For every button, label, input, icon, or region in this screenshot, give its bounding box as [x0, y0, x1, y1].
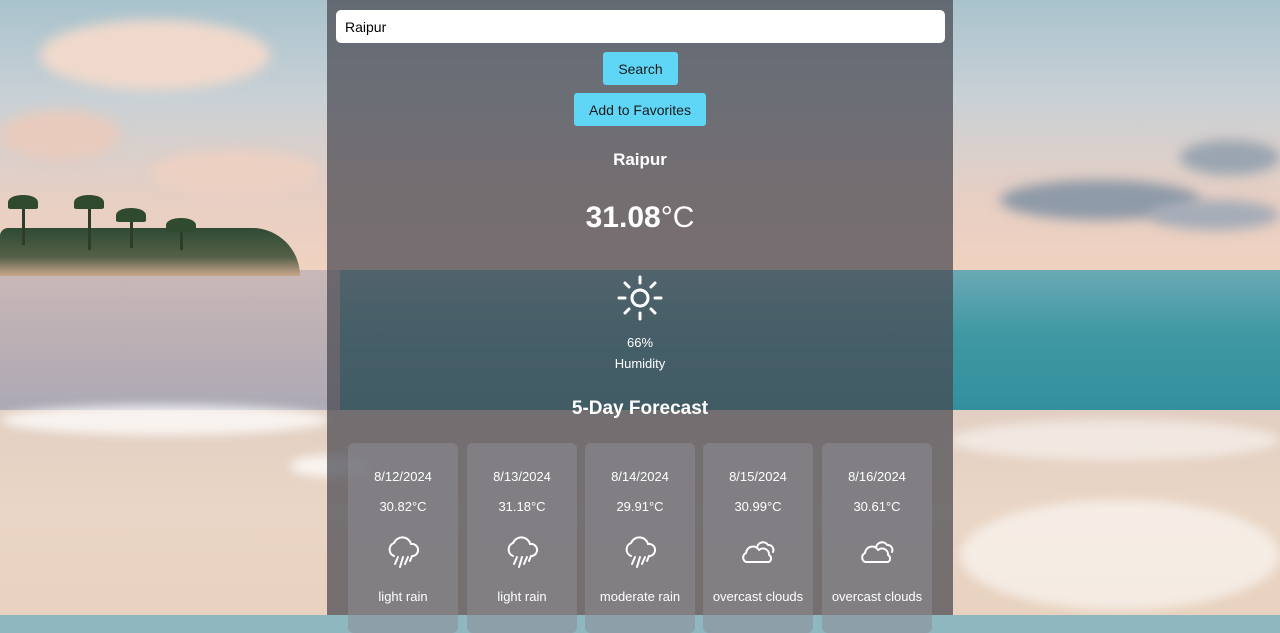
add-to-favorites-button[interactable]: Add to Favorites: [574, 93, 706, 126]
palm-tree: [116, 208, 146, 248]
forecast-title: 5-Day Forecast: [571, 398, 709, 419]
cloud: [40, 20, 270, 90]
forecast-card: 8/14/2024 29.91°C moderate rain: [585, 443, 695, 633]
rain-cloud-icon: [507, 536, 539, 568]
temperature-unit: °C: [660, 201, 695, 234]
clouds-icon: [861, 541, 894, 563]
palm-tree: [8, 195, 38, 245]
forecast-description: light rain: [497, 589, 547, 604]
cloud: [0, 110, 120, 160]
humidity-label: Humidity: [614, 356, 666, 371]
forecast-card: 8/15/2024 30.99°C overcast clouds: [703, 443, 813, 633]
palm-tree: [166, 218, 196, 250]
forecast-description: moderate rain: [599, 589, 681, 604]
forecast-description: overcast clouds: [831, 589, 923, 604]
city-search-input[interactable]: [336, 10, 945, 43]
wave-foam: [950, 420, 1280, 460]
forecast-description: light rain: [378, 589, 428, 604]
forecast-card: 8/16/2024 30.61°C overcast clouds: [822, 443, 932, 633]
cloud: [1150, 200, 1280, 230]
city-name: Raipur: [613, 150, 667, 169]
forecast-temp: 29.91°C: [616, 499, 664, 514]
wave-foam: [0, 405, 330, 435]
forecast-date: 8/16/2024: [848, 469, 906, 484]
island: [0, 228, 300, 276]
wave-foam: [960, 500, 1280, 610]
forecast-card: 8/13/2024 31.18°C light rain: [467, 443, 577, 633]
forecast-temp: 30.99°C: [734, 499, 782, 514]
temperature-value: 31.08: [585, 201, 661, 234]
forecast-temp: 30.61°C: [853, 499, 901, 514]
forecast-date: 8/15/2024: [729, 469, 787, 484]
rain-cloud-icon: [388, 536, 420, 568]
cloud: [150, 150, 320, 195]
humidity-value: 66%: [626, 335, 654, 350]
forecast-temp: 30.82°C: [379, 499, 427, 514]
rain-cloud-icon: [625, 536, 657, 568]
palm-tree: [74, 195, 104, 250]
sun-icon: [617, 275, 663, 321]
forecast-date: 8/13/2024: [493, 469, 551, 484]
forecast-date: 8/12/2024: [374, 469, 432, 484]
current-temperature: 31.08°C: [327, 201, 953, 235]
clouds-icon: [742, 541, 775, 563]
forecast-description: overcast clouds: [712, 589, 804, 604]
forecast-temp: 31.18°C: [498, 499, 546, 514]
cloud: [1180, 140, 1280, 175]
forecast-card: 8/12/2024 30.82°C light rain: [348, 443, 458, 633]
forecast-date: 8/14/2024: [611, 469, 669, 484]
search-button[interactable]: Search: [603, 52, 678, 85]
